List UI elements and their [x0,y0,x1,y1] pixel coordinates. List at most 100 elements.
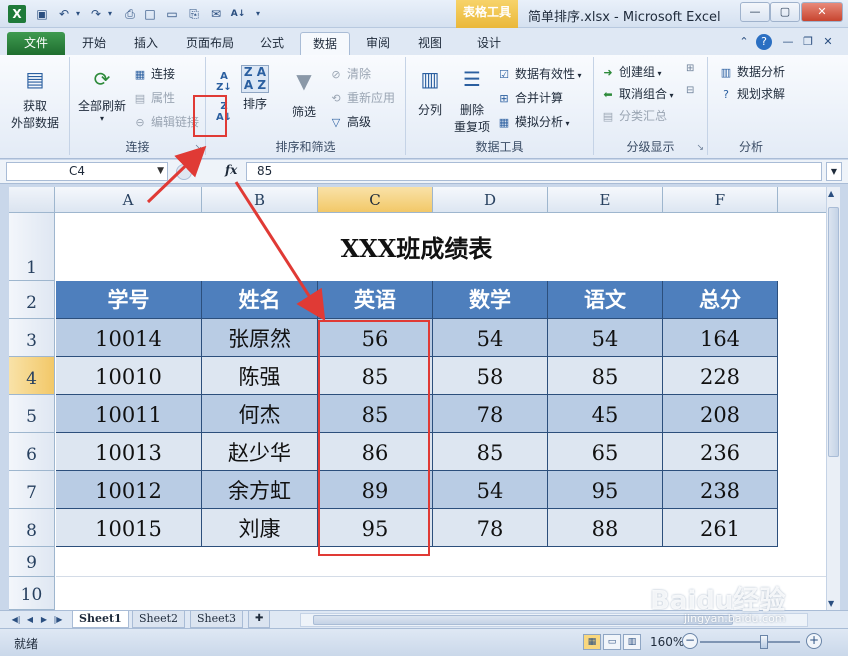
row-header-6[interactable]: 6 [9,433,55,471]
what-if-analysis-button[interactable]: ▦ 模拟分析 ▾ [496,113,570,131]
get-external-data-button[interactable]: ▤ 获取 外部数据 [10,63,60,131]
data-cell-total[interactable]: 238 [663,471,778,509]
sheet-tab-2[interactable]: Sheet2 [132,611,186,628]
print-preview-icon[interactable]: ⎙ [122,6,138,22]
header-cell-math[interactable]: 数学 [433,281,548,319]
properties-button[interactable]: ▤ 属性 [132,89,175,107]
zoom-in-icon[interactable]: + [806,633,822,649]
next-sheet-icon[interactable]: ▶ [38,613,50,626]
new-document-icon[interactable]: □ [142,6,158,22]
sheet-tab-1[interactable]: Sheet1 [72,611,129,628]
tab-formulas[interactable]: 公式 [252,32,292,55]
vertical-scrollbar[interactable]: ▲ ▼ [826,187,840,610]
data-cell-total[interactable]: 228 [663,357,778,395]
sort-a-to-z-button[interactable]: A Z↓ [212,71,236,93]
data-cell-chinese[interactable]: 95 [548,471,663,509]
header-cell-student-id[interactable]: 学号 [56,281,202,319]
page-layout-view-icon[interactable]: ▭ [603,634,621,650]
tab-page-layout[interactable]: 页面布局 [178,32,242,55]
sheet-tab-3[interactable]: Sheet3 [190,611,244,628]
select-all-corner[interactable] [9,187,55,213]
tab-data[interactable]: 数据 [300,32,350,55]
data-cell-name[interactable]: 何杰 [202,395,318,433]
hide-detail-icon[interactable]: ⊟ [686,85,694,96]
subtotal-button[interactable]: ▤ 分类汇总 [600,107,667,125]
tab-file[interactable]: 文件 [7,32,65,55]
zoom-slider-track[interactable] [700,641,800,643]
tab-review[interactable]: 审阅 [356,32,400,55]
data-cell-chinese[interactable]: 85 [548,357,663,395]
data-cell-name[interactable]: 余方虹 [202,471,318,509]
connections-launcher-icon[interactable]: ↘ [194,143,202,153]
sort-ascending-qa-icon[interactable]: A↓ [230,6,246,22]
redo-dropdown-icon[interactable]: ▾ [102,6,118,22]
formula-bar-handle[interactable] [176,164,192,180]
refresh-all-button[interactable]: ⟳ 全部刷新 ▾ [76,63,128,123]
show-detail-icon[interactable]: ⊞ [686,63,694,74]
close-button[interactable]: ✕ [801,2,843,22]
scroll-down-icon[interactable]: ▼ [828,599,834,608]
edit-links-button[interactable]: ⊖ 编辑链接 [132,113,199,131]
insert-sheet-icon[interactable]: ✚ [248,611,271,628]
expand-formula-bar-icon[interactable]: ▼ [826,162,842,181]
consolidate-button[interactable]: ⊞ 合并计算 [496,89,563,107]
ungroup-button[interactable]: ⬅ 取消组合 ▾ [600,85,673,103]
column-header-b[interactable]: B [202,187,318,213]
data-validation-button[interactable]: ☑ 数据有效性 ▾ [496,65,582,83]
header-cell-name[interactable]: 姓名 [202,281,318,319]
data-cell-chinese[interactable]: 54 [548,319,663,357]
data-cell-chinese[interactable]: 45 [548,395,663,433]
data-cell-total[interactable]: 208 [663,395,778,433]
data-cell-student-id[interactable]: 10011 [56,395,202,433]
sort-button[interactable]: Z AA Z 排序 [240,65,270,112]
first-sheet-icon[interactable]: ◀| [10,613,22,626]
tab-insert[interactable]: 插入 [124,32,168,55]
row-header-3[interactable]: 3 [9,319,55,357]
data-cell-chinese[interactable]: 65 [548,433,663,471]
save-icon[interactable]: ▣ [34,6,50,22]
prev-sheet-icon[interactable]: ◀ [24,613,36,626]
zoom-level[interactable]: 160% [650,635,684,649]
header-cell-english[interactable]: 英语 [318,281,433,319]
sheet-title-cell[interactable]: XXX班成绩表 [56,214,777,281]
reapply-button[interactable]: ⟲ 重新应用 [328,89,395,107]
row-header-5[interactable]: 5 [9,395,55,433]
column-header-d[interactable]: D [433,187,548,213]
row-header-10[interactable]: 10 [9,577,55,610]
header-cell-total[interactable]: 总分 [663,281,778,319]
data-cell-math[interactable]: 78 [433,395,548,433]
insert-function-icon[interactable]: fx [225,163,237,177]
column-header-a[interactable]: A [55,187,202,213]
data-cell-total[interactable]: 236 [663,433,778,471]
data-cell-math[interactable]: 85 [433,433,548,471]
tab-view[interactable]: 视图 [408,32,452,55]
row-header-9[interactable]: 9 [9,547,55,577]
data-cell-name[interactable]: 张原然 [202,319,318,357]
customize-toolbar-icon[interactable]: ▾ [250,6,266,22]
excel-app-icon[interactable]: X [8,5,26,23]
name-box[interactable]: C4 ▼ [6,162,168,181]
connections-button[interactable]: ▦ 连接 [132,65,175,83]
vertical-scroll-thumb[interactable] [828,207,839,457]
help-icon[interactable]: ? [756,34,772,50]
data-cell-chinese[interactable]: 88 [548,509,663,547]
zoom-slider-thumb[interactable] [760,635,768,649]
last-sheet-icon[interactable]: |▶ [52,613,64,626]
data-cell-name[interactable]: 刘康 [202,509,318,547]
filter-button[interactable]: ▼ 筛选 [284,65,324,120]
header-cell-chinese[interactable]: 语文 [548,281,663,319]
data-cell-student-id[interactable]: 10014 [56,319,202,357]
undo-dropdown-icon[interactable]: ▾ [70,6,86,22]
name-box-dropdown-icon[interactable]: ▼ [157,163,164,180]
remove-duplicates-button[interactable]: ☰ 删除 重复项 [450,63,494,135]
email-icon[interactable]: ✉ [208,6,224,22]
minimize-button[interactable]: — [740,2,770,22]
column-header-f[interactable]: F [663,187,778,213]
workbook-restore-icon[interactable]: ❐ [800,34,816,50]
text-to-columns-button[interactable]: ▥ 分列 [410,63,450,118]
data-cell-total[interactable]: 164 [663,319,778,357]
data-cell-name[interactable]: 陈强 [202,357,318,395]
data-cell-student-id[interactable]: 10015 [56,509,202,547]
column-header-c[interactable]: C [318,187,433,213]
data-cell-math[interactable]: 78 [433,509,548,547]
